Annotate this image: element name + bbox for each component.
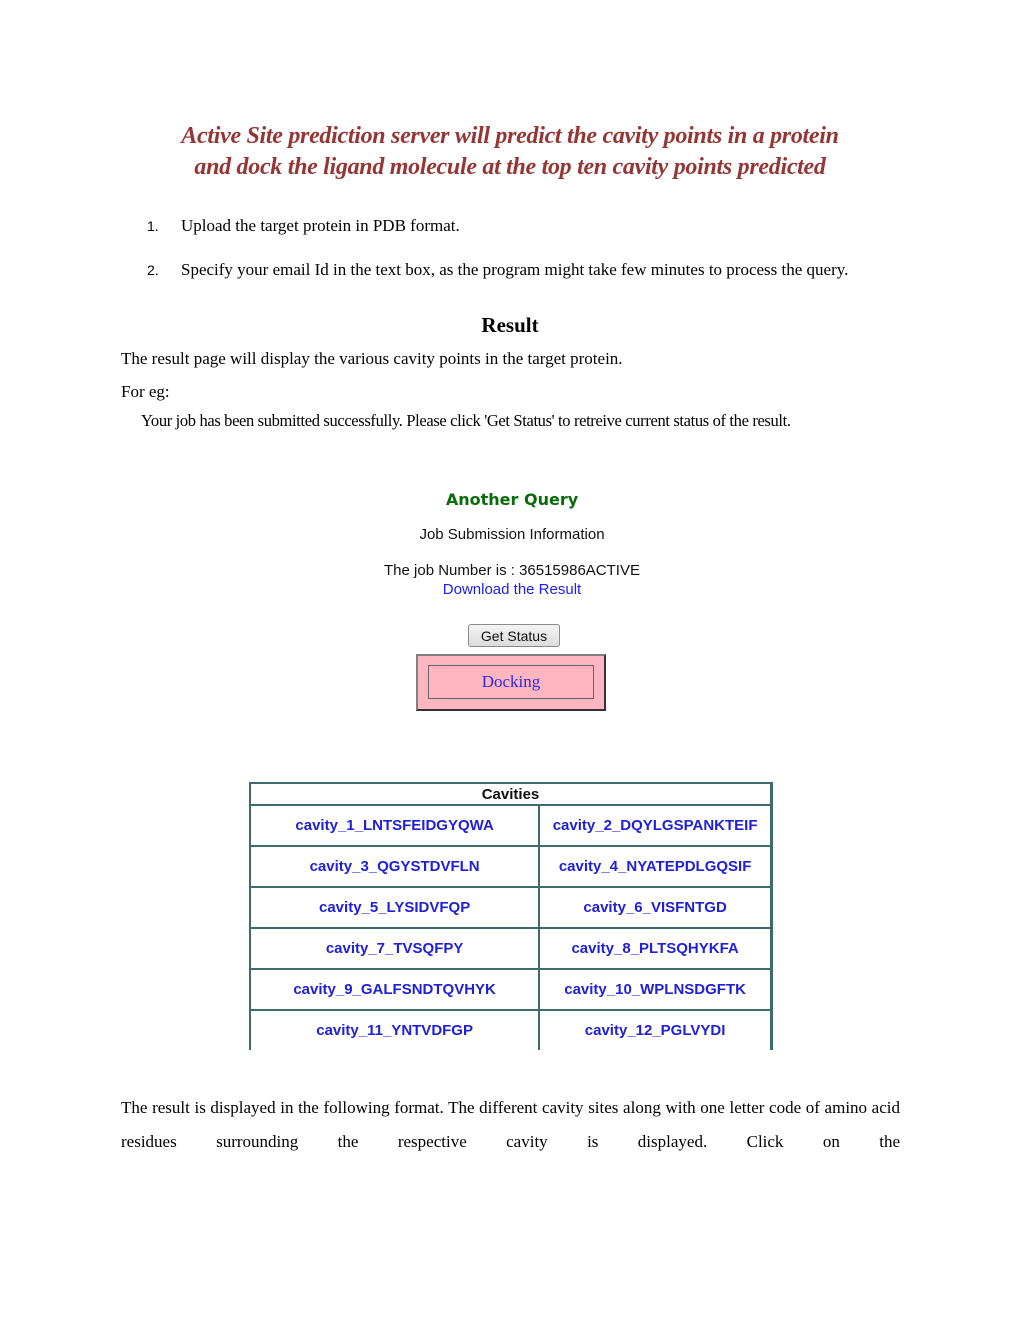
cavities-table-wrapper: Cavities cavity_1_LNTSFEIDGYQWA cavity_2… <box>249 782 776 1050</box>
status-box: Docking <box>416 654 606 711</box>
cavities-header: Cavities <box>251 784 770 806</box>
job-number: The job Number is : 36515986ACTIVE <box>384 562 640 579</box>
list-text: Upload the target protein in PDB format. <box>181 216 460 235</box>
another-query-link[interactable]: Another Query <box>0 490 1020 509</box>
cavity-link[interactable]: cavity_1_LNTSFEIDGYQWA <box>251 806 541 847</box>
table-row: cavity_1_LNTSFEIDGYQWA cavity_2_DQYLGSPA… <box>251 806 770 847</box>
list-number: 2. <box>147 262 159 278</box>
cavity-link[interactable]: cavity_9_GALFSNDTQVHYK <box>251 970 541 1011</box>
page-title: Active Site prediction server will predi… <box>110 121 910 183</box>
submission-message: Your job has been submitted successfully… <box>141 411 791 430</box>
cavity-link[interactable]: cavity_8_PLTSQHYKFA <box>540 929 770 970</box>
download-result-link-text[interactable]: Download the Result <box>443 581 581 598</box>
cavity-link[interactable]: cavity_10_WPLNSDGFTK <box>540 970 770 1011</box>
title-line-1: Active Site prediction server will predi… <box>181 123 839 149</box>
cavity-link[interactable]: cavity_6_VISFNTGD <box>540 888 770 929</box>
status-text: Docking <box>428 665 594 699</box>
result-heading: Result <box>481 313 539 337</box>
job-info-heading: Job Submission Information <box>419 526 605 543</box>
table-row: cavity_9_GALFSNDTQVHYK cavity_10_WPLNSDG… <box>251 970 770 1011</box>
table-row: cavity_3_QGYSTDVFLN cavity_4_NYATEPDLGQS… <box>251 847 770 888</box>
result-description: The result page will display the various… <box>121 349 623 368</box>
cavity-link[interactable]: cavity_3_QGYSTDVFLN <box>251 847 541 888</box>
cavity-link[interactable]: cavity_12_PGLVYDI <box>540 1011 770 1050</box>
list-number: 1. <box>147 218 159 234</box>
cavity-link[interactable]: cavity_2_DQYLGSPANKTEIF <box>540 806 770 847</box>
table-header-row: Cavities <box>251 784 770 806</box>
table-row: cavity_7_TVSQFPY cavity_8_PLTSQHYKFA <box>251 929 770 970</box>
cavity-link[interactable]: cavity_5_LYSIDVFQP <box>251 888 541 929</box>
document-page: Active Site prediction server will predi… <box>0 0 1020 1320</box>
cavity-link[interactable]: cavity_11_YNTVDFGP <box>251 1011 541 1050</box>
list-text: Specify your email Id in the text box, a… <box>181 260 849 279</box>
table-row: cavity_11_YNTVDFGP cavity_12_PGLVYDI <box>251 1011 770 1050</box>
cavity-link[interactable]: cavity_7_TVSQFPY <box>251 929 541 970</box>
title-line-2: and dock the ligand molecule at the top … <box>194 154 826 180</box>
example-label: For eg: <box>121 382 170 401</box>
cavities-table: Cavities cavity_1_LNTSFEIDGYQWA cavity_2… <box>249 782 773 1050</box>
get-status-button[interactable]: Get Status <box>468 624 560 647</box>
download-result-link: Download the Result <box>0 581 1020 598</box>
cavity-link[interactable]: cavity_4_NYATEPDLGQSIF <box>540 847 770 888</box>
table-row: cavity_5_LYSIDVFQP cavity_6_VISFNTGD <box>251 888 770 929</box>
result-format-paragraph: The result is displayed in the following… <box>121 1098 900 1151</box>
